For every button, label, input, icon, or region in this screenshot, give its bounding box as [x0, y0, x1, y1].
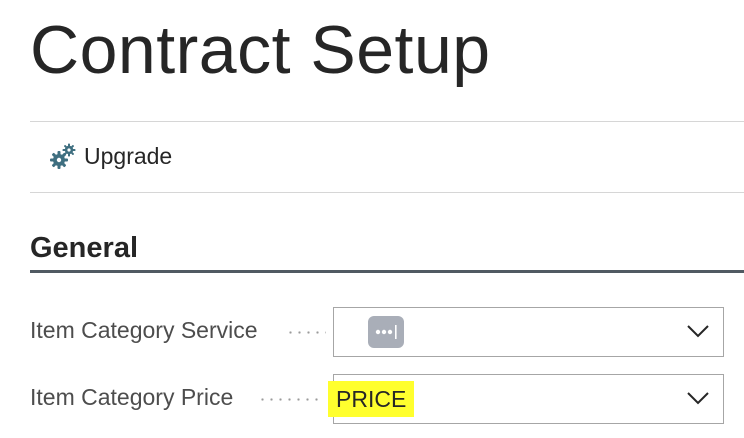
field-label: Item Category Price	[30, 384, 234, 410]
more-options-icon	[368, 316, 404, 348]
upgrade-button[interactable]: Upgrade	[48, 138, 172, 174]
gears-icon	[48, 141, 78, 171]
item-category-price-select[interactable]: PRICE	[328, 374, 724, 424]
field-item-category-price: Item Category Price PRICE	[30, 374, 744, 424]
item-category-service-select[interactable]	[333, 307, 724, 357]
action-bar: Upgrade	[30, 121, 744, 193]
chevron-down-icon	[687, 392, 709, 405]
field-item-category-service: Item Category Service	[30, 307, 744, 357]
section-general[interactable]: General	[30, 228, 744, 273]
field-dots	[258, 398, 324, 401]
page-title: Contract Setup	[30, 12, 491, 88]
chevron-down-icon	[687, 325, 709, 338]
field-label: Item Category Service	[30, 317, 258, 343]
section-title: General	[30, 232, 138, 264]
field-dots	[286, 331, 326, 334]
upgrade-label: Upgrade	[84, 142, 173, 169]
field-value: PRICE	[328, 381, 415, 417]
